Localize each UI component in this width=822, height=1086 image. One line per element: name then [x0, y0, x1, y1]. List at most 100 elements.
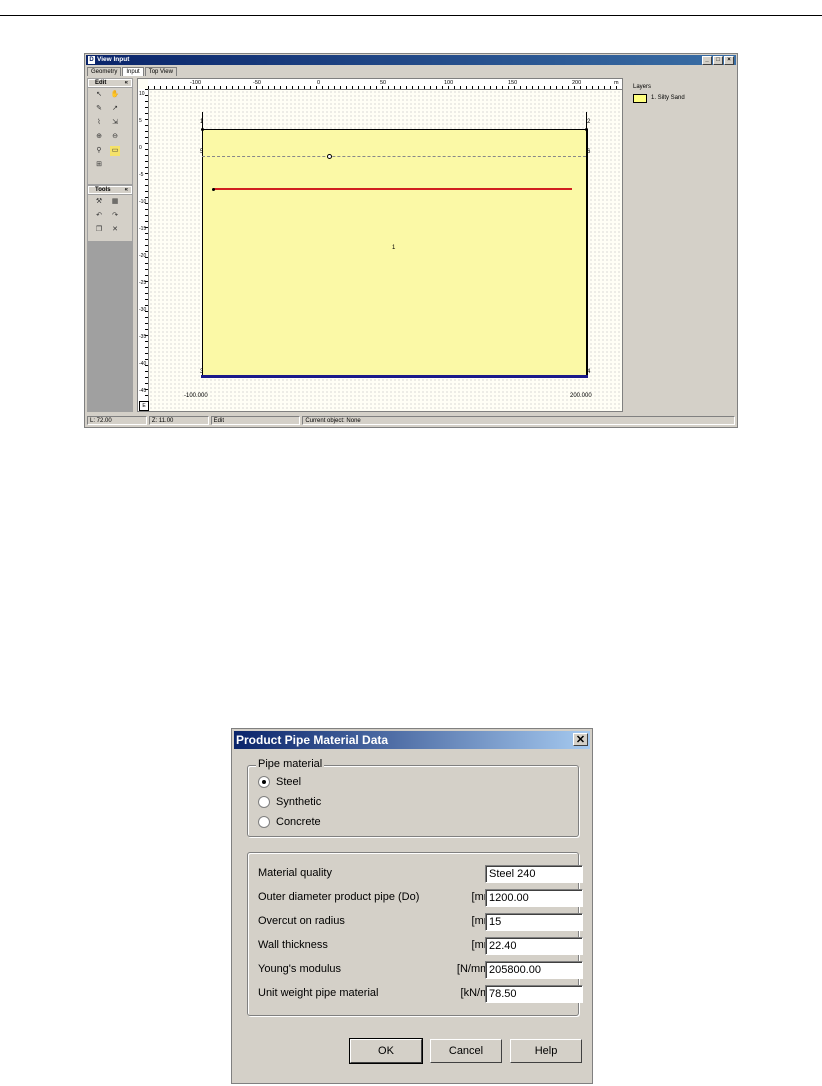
phreatic-line[interactable]: [202, 156, 586, 157]
tab-geometry[interactable]: Geometry: [87, 67, 122, 76]
vertical-ruler: 10 5 0 -5 -10 -15 -20 -25 -30 -35 -40 -4…: [138, 89, 149, 411]
radio-label: Concrete: [276, 816, 321, 828]
layer-item[interactable]: 1. Silty Sand: [651, 95, 685, 101]
close-icon[interactable]: ✕: [573, 733, 588, 746]
close-icon[interactable]: ×: [724, 56, 734, 65]
layers-title: Layers: [633, 84, 652, 90]
cancel-button[interactable]: Cancel: [430, 1039, 502, 1063]
maximize-icon[interactable]: □: [713, 56, 723, 65]
status-l: L: 72.00: [87, 416, 147, 425]
pipe-material-group: Pipe material Steel Synthetic Concrete: [247, 758, 579, 837]
zoom-limits-icon[interactable]: ⚲: [94, 146, 104, 156]
ruler-tick-label: -20: [139, 253, 147, 259]
view-input-window: D View Input _ □ × Geometry Input Top Vie…: [84, 53, 738, 428]
zoom-rectangle-icon[interactable]: ▭: [110, 146, 120, 156]
point-label: 5: [200, 149, 204, 155]
layer-color-swatch: [633, 94, 647, 103]
point-label: 1: [200, 119, 204, 125]
material-quality-input[interactable]: Steel 240: [485, 865, 583, 883]
ruler-tick-label: -40: [139, 361, 147, 367]
window-title: View Input: [97, 56, 130, 63]
page-header-rule: [0, 15, 822, 16]
properties-icon[interactable]: ▦: [110, 197, 120, 207]
geometry-canvas[interactable]: -100 -50 0 50 100 150 200 m 10 5 0 -5 -1…: [137, 78, 623, 412]
tab-input[interactable]: Input: [122, 67, 144, 76]
collapse-icon[interactable]: «: [125, 80, 128, 87]
wrench-icon[interactable]: ⚒: [94, 197, 104, 207]
pan-hand-icon[interactable]: ✋: [110, 90, 120, 100]
measure-icon[interactable]: ⊞: [94, 160, 104, 170]
point-label: 3: [200, 369, 204, 375]
wall-thickness-input[interactable]: 22.40: [485, 937, 583, 955]
ruler-tick-label: -10: [139, 199, 147, 205]
dialog-title: Product Pipe Material Data: [236, 733, 389, 747]
ruler-tick-label: 100: [444, 80, 454, 86]
ruler-tick-label: -100: [190, 80, 202, 86]
material-properties-group: Material quality [-] Steel 240 Outer dia…: [247, 852, 583, 1016]
field-label: Young's modulus: [258, 963, 342, 975]
pipe-material-legend: Pipe material: [256, 758, 325, 770]
undo-icon[interactable]: ↶: [94, 211, 104, 221]
ruler-tick-label: 10: [139, 91, 145, 97]
delete-icon[interactable]: ✕: [110, 225, 120, 235]
phreatic-point[interactable]: [327, 154, 332, 159]
view-tabs: Geometry Input Top View: [87, 67, 178, 76]
window-title-bar[interactable]: D View Input _ □ ×: [86, 55, 736, 65]
ruler-tick-label: -15: [139, 226, 147, 232]
zoom-extent-icon[interactable]: E: [139, 401, 149, 411]
edit-toolbar: ↖ ✋ ✎ ↗ ⌇ ⇲ ⊕ ⊖ ⚲ ▭ ⊞: [88, 88, 132, 184]
field-wall-thickness: Wall thickness [mm] 22.40: [258, 937, 583, 955]
radio-label: Synthetic: [276, 796, 322, 808]
redo-icon[interactable]: ↷: [110, 211, 120, 221]
point-label: 2: [587, 119, 591, 125]
field-outer-diameter: Outer diameter product pipe (Do) [mm] 12…: [258, 889, 583, 907]
edit-panel-header[interactable]: Edit «: [88, 79, 132, 87]
layer-silty-sand[interactable]: [202, 129, 588, 378]
add-polyline-icon[interactable]: ⌇: [94, 118, 104, 128]
add-point-icon[interactable]: ✎: [94, 104, 104, 114]
zoom-in-icon[interactable]: ⊕: [94, 132, 104, 142]
tools-panel-header[interactable]: Tools «: [88, 186, 132, 194]
tab-top-view[interactable]: Top View: [144, 67, 177, 76]
unit-weight-input[interactable]: 78.50: [485, 985, 583, 1003]
ruler-tick-label: 50: [380, 80, 387, 86]
point-label: 6: [587, 149, 591, 155]
dialog-title-bar[interactable]: Product Pipe Material Data ✕: [234, 731, 590, 749]
copy-icon[interactable]: ❐: [94, 225, 104, 235]
tool-panels: Edit « ↖ ✋ ✎ ↗ ⌇ ⇲ ⊕ ⊖ ⚲ ▭ ⊞ Tools « ⚒ ▦…: [87, 78, 133, 412]
layers-panel: Layers 1. Silty Sand: [627, 78, 737, 412]
ok-button[interactable]: OK: [349, 1038, 423, 1064]
outer-diameter-input[interactable]: 1200.00: [485, 889, 583, 907]
ruler-tick-label: 150: [508, 80, 518, 86]
geometry-point[interactable]: [585, 128, 588, 131]
add-line-icon[interactable]: ↗: [110, 104, 120, 114]
field-unit-weight: Unit weight pipe material [kN/m³] 78.50: [258, 985, 583, 1003]
radio-concrete[interactable]: Concrete: [258, 814, 321, 830]
pipeline-line[interactable]: [213, 188, 572, 190]
minimize-icon[interactable]: _: [702, 56, 712, 65]
help-button[interactable]: Help: [510, 1039, 582, 1063]
move-icon[interactable]: ⇲: [110, 118, 120, 128]
overcut-input[interactable]: 15: [485, 913, 583, 931]
radio-steel[interactable]: Steel: [258, 774, 301, 790]
radio-button[interactable]: [258, 796, 270, 808]
radio-button[interactable]: [258, 776, 270, 788]
ruler-tick-label: 0: [139, 145, 142, 151]
youngs-modulus-input[interactable]: 205800.00: [485, 961, 583, 979]
radio-synthetic[interactable]: Synthetic: [258, 794, 321, 810]
collapse-icon[interactable]: «: [125, 187, 128, 194]
ruler-tick-label: -45: [139, 388, 147, 394]
zoom-out-icon[interactable]: ⊖: [110, 132, 120, 142]
field-label: Unit weight pipe material: [258, 987, 379, 999]
ruler-tick-label: 0: [317, 80, 321, 86]
status-mode: Edit: [210, 416, 301, 425]
edit-panel-title: Edit: [95, 80, 107, 86]
app-icon: D: [88, 56, 95, 64]
ruler-tick-label: -50: [253, 80, 261, 86]
select-pointer-icon[interactable]: ↖: [94, 90, 104, 100]
ruler-tick-label: -35: [139, 334, 147, 340]
field-label: Overcut on radius: [258, 915, 345, 927]
pipe-entry-point[interactable]: [212, 188, 215, 191]
geometry-point[interactable]: [201, 128, 204, 131]
radio-button[interactable]: [258, 816, 270, 828]
